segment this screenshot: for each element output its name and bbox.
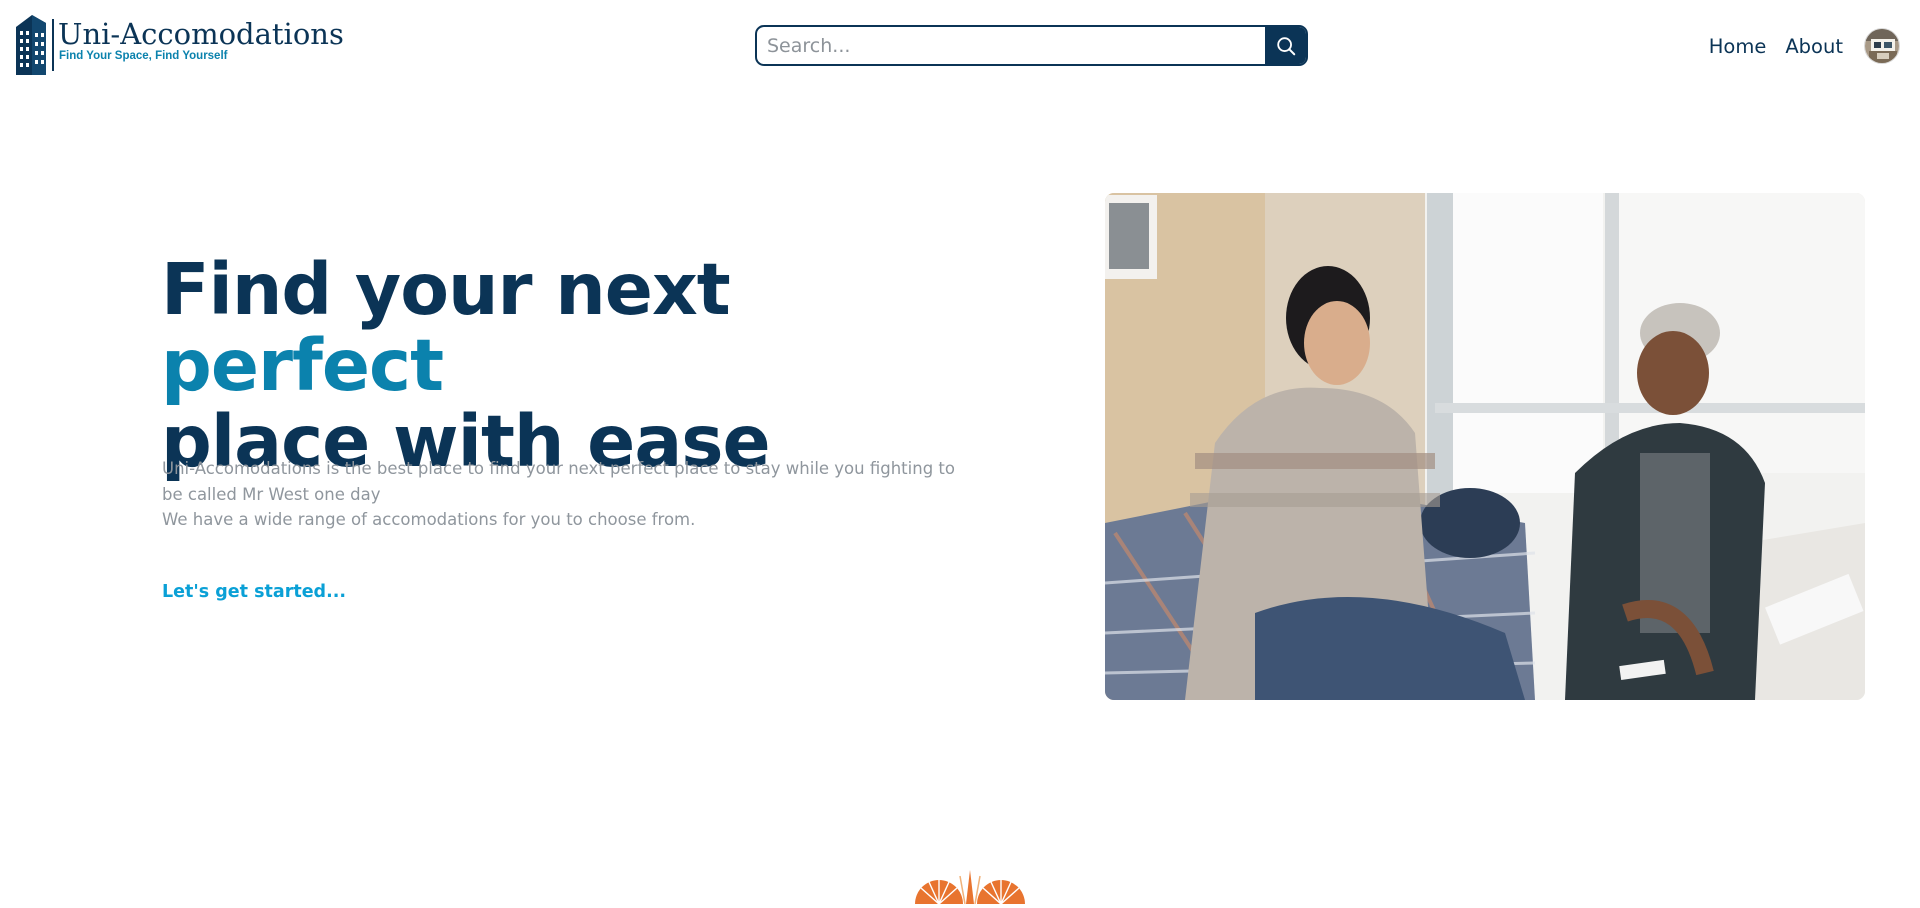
search-icon [1276,36,1295,55]
get-started-link[interactable]: Let's get started... [162,582,346,602]
search-input[interactable] [757,27,1265,64]
hero-description: Uni-Accomodations is the best place to f… [162,456,962,533]
hero-title: Find your next perfect place with ease [161,252,1021,480]
site-header: Uni-Accomodations Find Your Space, Find … [0,0,1920,92]
search-bar [755,25,1308,66]
hero-description-line2: We have a wide range of accomodations fo… [162,510,696,529]
hero-image [1105,193,1865,700]
hero-description-line1: Uni-Accomodations is the best place to f… [162,459,955,504]
user-avatar[interactable] [1864,28,1900,64]
nav-about-link[interactable]: About [1785,35,1843,58]
logo-name: Uni-Accomodations [58,17,344,51]
hero-title-accent: perfect [161,324,444,407]
logo-tagline: Find Your Space, Find Yourself [59,50,228,62]
nav-home-link[interactable]: Home [1709,35,1767,58]
logo-text: Uni-Accomodations Find Your Space, Find … [58,13,344,63]
students-photo [1105,193,1865,700]
main-nav: Home About [1709,24,1900,68]
avatar-image [1865,29,1899,63]
building-icon [16,15,46,75]
hero-title-part1: Find your next [161,248,731,331]
sunburst-decor [905,870,1035,905]
logo-divider [52,19,54,71]
search-button[interactable] [1265,27,1306,64]
site-logo[interactable]: Uni-Accomodations Find Your Space, Find … [14,13,344,77]
